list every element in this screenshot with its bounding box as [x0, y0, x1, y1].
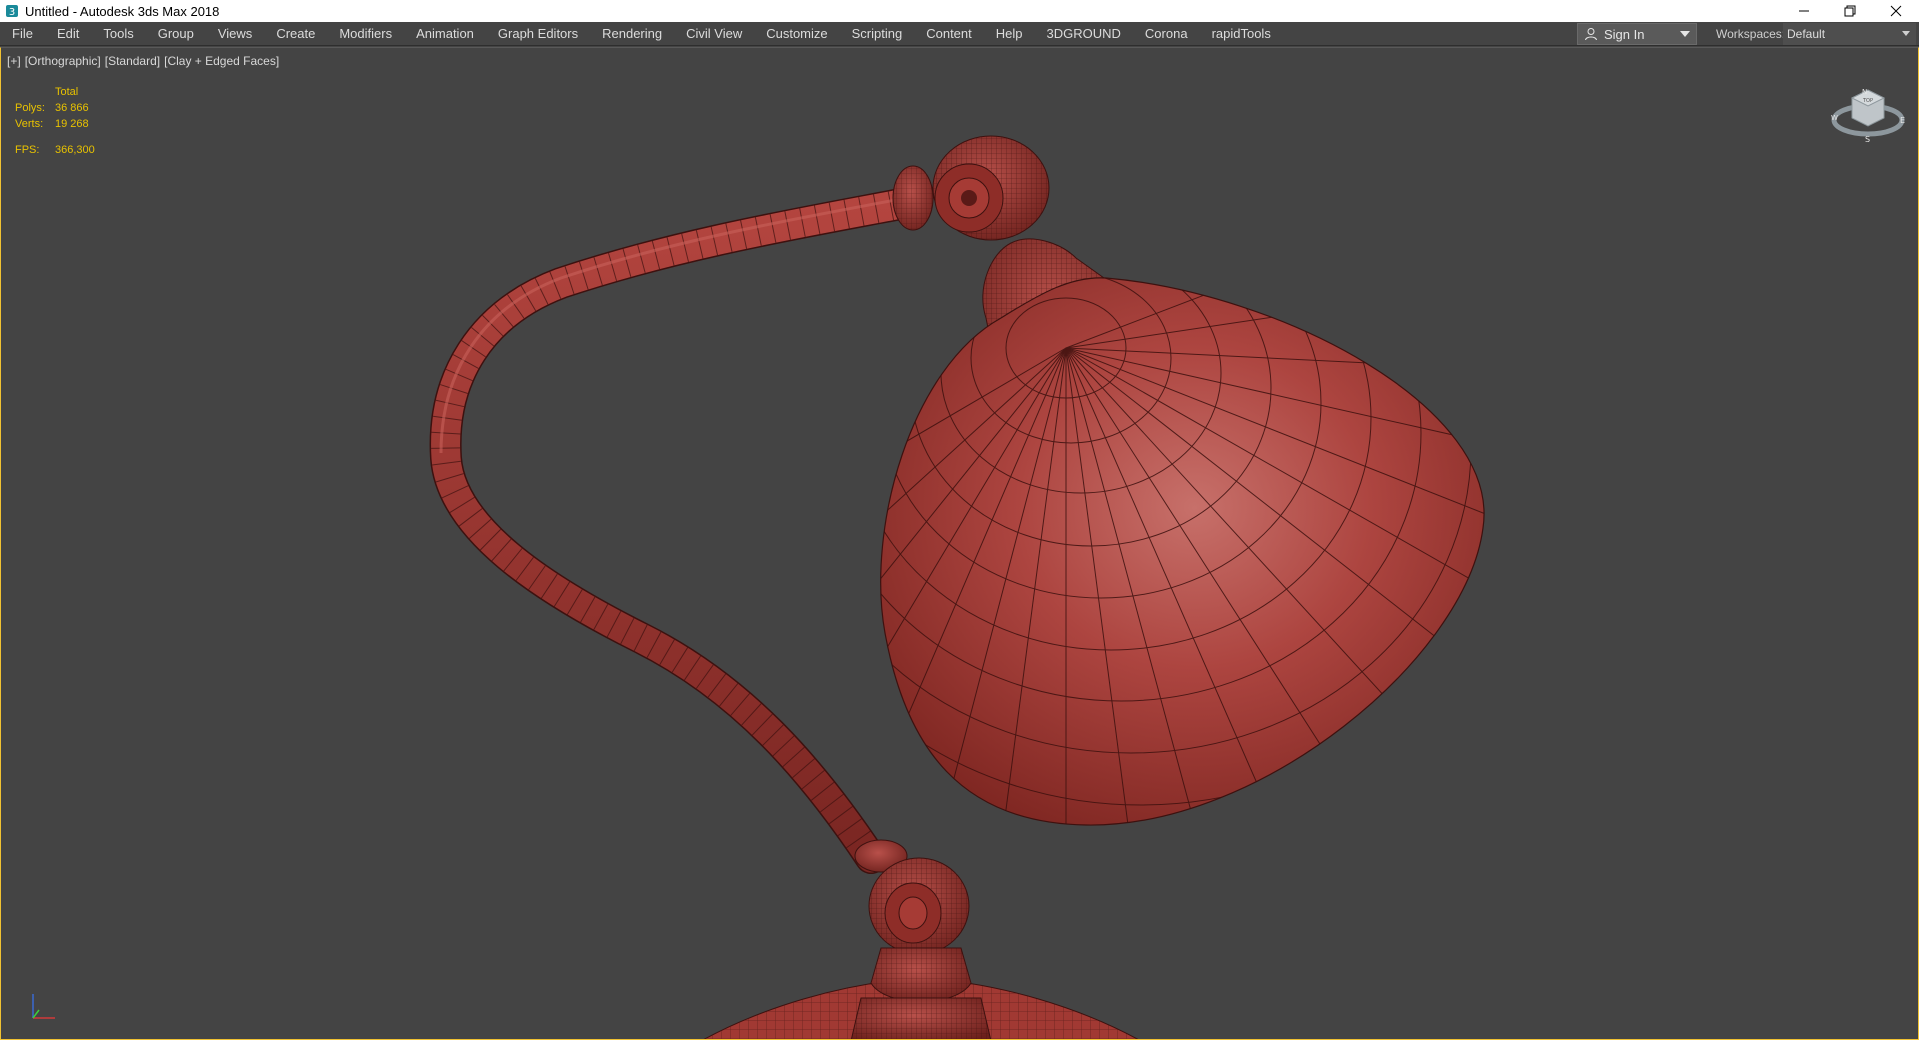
viewport-menu-plus[interactable]: [+]: [7, 54, 21, 68]
sign-in-dropdown[interactable]: Sign In: [1577, 23, 1697, 45]
lamp-arm[interactable]: [429, 187, 922, 874]
minimize-icon[interactable]: [1781, 0, 1827, 22]
menu-modifiers[interactable]: Modifiers: [327, 22, 404, 46]
chevron-down-icon: [1680, 31, 1690, 37]
viewcube-icon[interactable]: TOP N E S W: [1828, 78, 1908, 148]
menu-graph-editors[interactable]: Graph Editors: [486, 22, 590, 46]
viewport-label[interactable]: [+] [Orthographic] [Standard] [Clay + Edged…: [7, 54, 283, 68]
sign-in-label: Sign In: [1604, 26, 1645, 42]
menu-scripting[interactable]: Scripting: [840, 22, 915, 46]
viewport-statistics: Total Polys: 36 866 Verts: 19 268 FPS: 366,…: [15, 84, 95, 158]
svg-text:3: 3: [9, 7, 15, 18]
window-titlebar: 3 Untitled - Autodesk 3ds Max 2018: [0, 0, 1919, 22]
viewport-display-mode[interactable]: [Clay + Edged Faces]: [164, 54, 279, 68]
compass-east: E: [1900, 116, 1905, 125]
menu-tools[interactable]: Tools: [91, 22, 145, 46]
lower-joint[interactable]: [850, 839, 992, 1040]
window-controls: [1781, 0, 1919, 22]
menu-customize[interactable]: Customize: [754, 22, 839, 46]
perspective-viewport[interactable]: [+] [Orthographic] [Standard] [Clay + Edged…: [0, 47, 1919, 1040]
viewport-view-type[interactable]: [Orthographic]: [25, 54, 101, 68]
upper-joint[interactable]: [892, 135, 1050, 241]
menu-rapidtools[interactable]: rapidTools: [1200, 22, 1283, 46]
viewport-shading-preset[interactable]: [Standard]: [105, 54, 160, 68]
compass-north: N: [1862, 88, 1867, 96]
window-title: Untitled - Autodesk 3ds Max 2018: [25, 3, 220, 19]
close-icon[interactable]: [1873, 0, 1919, 22]
viewcube-face-label: TOP: [1862, 98, 1873, 104]
lamp-model[interactable]: [1, 48, 1919, 1040]
verts-label: Verts:: [15, 118, 44, 130]
axis-tripod-icon: [32, 994, 55, 1019]
chevron-down-icon: [1902, 31, 1910, 36]
menu-views[interactable]: Views: [206, 22, 264, 46]
verts-value: 19 268: [55, 118, 89, 130]
menu-create[interactable]: Create: [264, 22, 327, 46]
compass-south: S: [1865, 135, 1870, 144]
restore-icon[interactable]: [1827, 0, 1873, 22]
menu-edit[interactable]: Edit: [45, 22, 91, 46]
polys-value: 36 866: [55, 102, 89, 114]
menu-3dground[interactable]: 3DGROUND: [1035, 22, 1133, 46]
menu-rendering[interactable]: Rendering: [590, 22, 674, 46]
fps-label: FPS:: [15, 144, 40, 156]
fps-value: 366,300: [55, 144, 95, 156]
workspaces-select[interactable]: Default: [1783, 23, 1916, 45]
menu-group[interactable]: Group: [146, 22, 206, 46]
user-icon: [1585, 28, 1597, 41]
menu-help[interactable]: Help: [984, 22, 1035, 46]
compass-west: W: [1831, 114, 1838, 122]
3dsmax-app-icon[interactable]: 3: [4, 3, 20, 19]
menu-animation[interactable]: Animation: [404, 22, 486, 46]
polys-label: Polys:: [15, 102, 45, 114]
stats-header: Total: [55, 86, 79, 98]
menu-corona[interactable]: Corona: [1133, 22, 1200, 46]
menu-file[interactable]: File: [0, 22, 45, 46]
menu-content[interactable]: Content: [914, 22, 984, 46]
workspaces-value: Default: [1787, 27, 1826, 41]
menu-civil-view[interactable]: Civil View: [674, 22, 754, 46]
workspaces-label: Workspaces:: [1716, 27, 1786, 41]
